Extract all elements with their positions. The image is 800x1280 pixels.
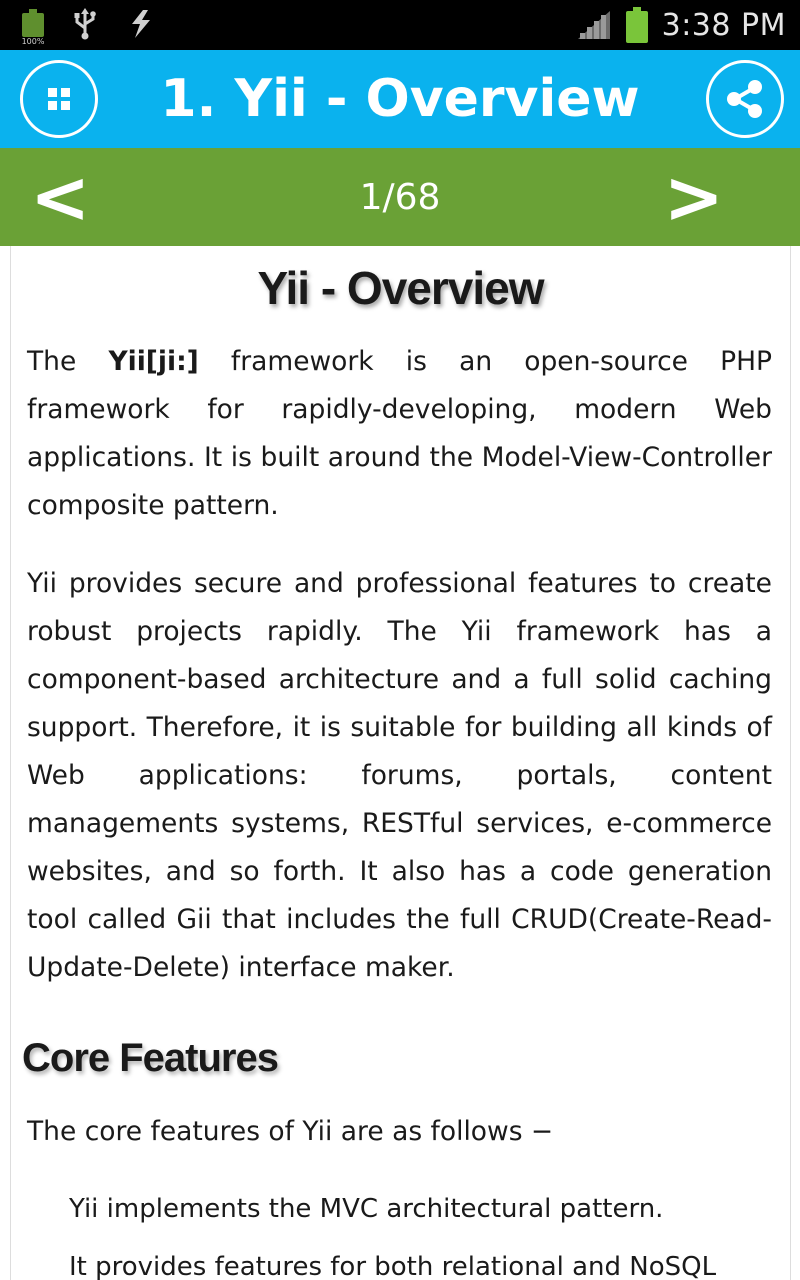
battery-notification-icon: 100% bbox=[22, 9, 44, 46]
status-bar: 100% 3:38 PM bbox=[0, 0, 800, 50]
share-button[interactable] bbox=[706, 60, 784, 138]
core-features-intro: The core features of Yii are as follows … bbox=[27, 1116, 554, 1147]
features-paragraph: Yii provides secure and professional fea… bbox=[27, 568, 772, 983]
chapter-nav: < 1/68 > bbox=[0, 148, 800, 246]
page-title: 1. Yii - Overview bbox=[160, 69, 640, 129]
share-icon bbox=[727, 80, 762, 118]
status-notifications: 100% bbox=[22, 8, 156, 46]
grid-icon bbox=[48, 88, 70, 110]
yii-pronunciation: Yii[ji:] bbox=[108, 346, 199, 377]
clock: 3:38 PM bbox=[661, 7, 786, 43]
article-heading: Yii - Overview bbox=[257, 262, 545, 314]
next-page-button[interactable]: > bbox=[664, 148, 724, 246]
usb-icon bbox=[74, 8, 96, 40]
intro-text-start: The bbox=[27, 346, 109, 377]
list-item: It provides features for both relational… bbox=[69, 1252, 717, 1280]
list-item: Yii implements the MVC architectural pat… bbox=[69, 1194, 664, 1224]
section-heading-core-features: Core Features bbox=[22, 1036, 279, 1080]
menu-button[interactable] bbox=[20, 60, 98, 138]
signal-icon bbox=[577, 11, 610, 39]
title-bar: 1. Yii - Overview bbox=[0, 50, 800, 148]
sync-icon bbox=[132, 10, 150, 38]
article-content[interactable]: Yii - Overview The Yii[ji:] framework is… bbox=[10, 246, 791, 1280]
core-features-list: Yii implements the MVC architectural pat… bbox=[11, 1180, 790, 1280]
battery-percent-label: 100% bbox=[21, 37, 45, 46]
battery-icon bbox=[625, 7, 648, 43]
intro-paragraph: The Yii[ji:] framework is an open-source… bbox=[11, 338, 790, 530]
status-indicators: 3:38 PM bbox=[576, 0, 786, 50]
